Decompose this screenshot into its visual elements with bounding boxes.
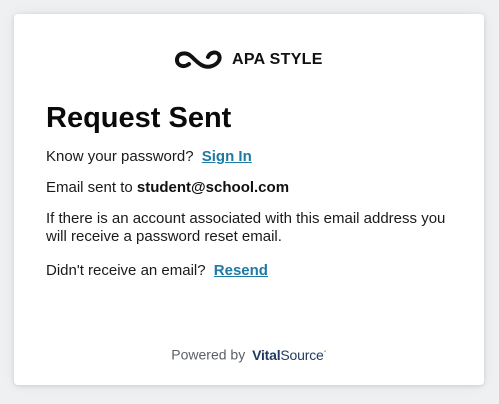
email-sent-prefix: Email sent to	[46, 179, 133, 196]
email-address: student@school.com	[136, 179, 290, 196]
powered-by-text: Powered by	[171, 346, 246, 363]
vitalsource-logo-vital: Vital	[252, 346, 281, 363]
resend-prompt: Didn't receive an email?	[46, 262, 206, 279]
know-password-prompt: Know your password?	[46, 148, 194, 165]
vitalsource-logo: VitalSource·	[252, 346, 327, 363]
vitalsource-logo-source: Source	[280, 346, 324, 363]
apa-wave-icon	[174, 49, 224, 71]
resend-link[interactable]: Resend	[214, 262, 268, 279]
powered-by-footer: Powered by VitalSource·	[14, 343, 484, 364]
reset-card: APA STYLE Request Sent Know your passwor…	[14, 14, 484, 385]
apa-style-logo: APA STYLE	[174, 49, 323, 71]
sign-in-link[interactable]: Sign In	[202, 148, 252, 165]
page-title: Request Sent	[46, 102, 232, 134]
resend-row: Didn't receive an email? Resend	[46, 262, 268, 280]
logo-text: APA STYLE	[232, 51, 323, 68]
info-message: If there is an account associated with t…	[46, 210, 446, 245]
email-sent-row: Email sent to student@school.com	[46, 179, 289, 197]
know-password-row: Know your password? Sign In	[46, 148, 252, 166]
vitalsource-dot-icon: ·	[323, 346, 327, 357]
